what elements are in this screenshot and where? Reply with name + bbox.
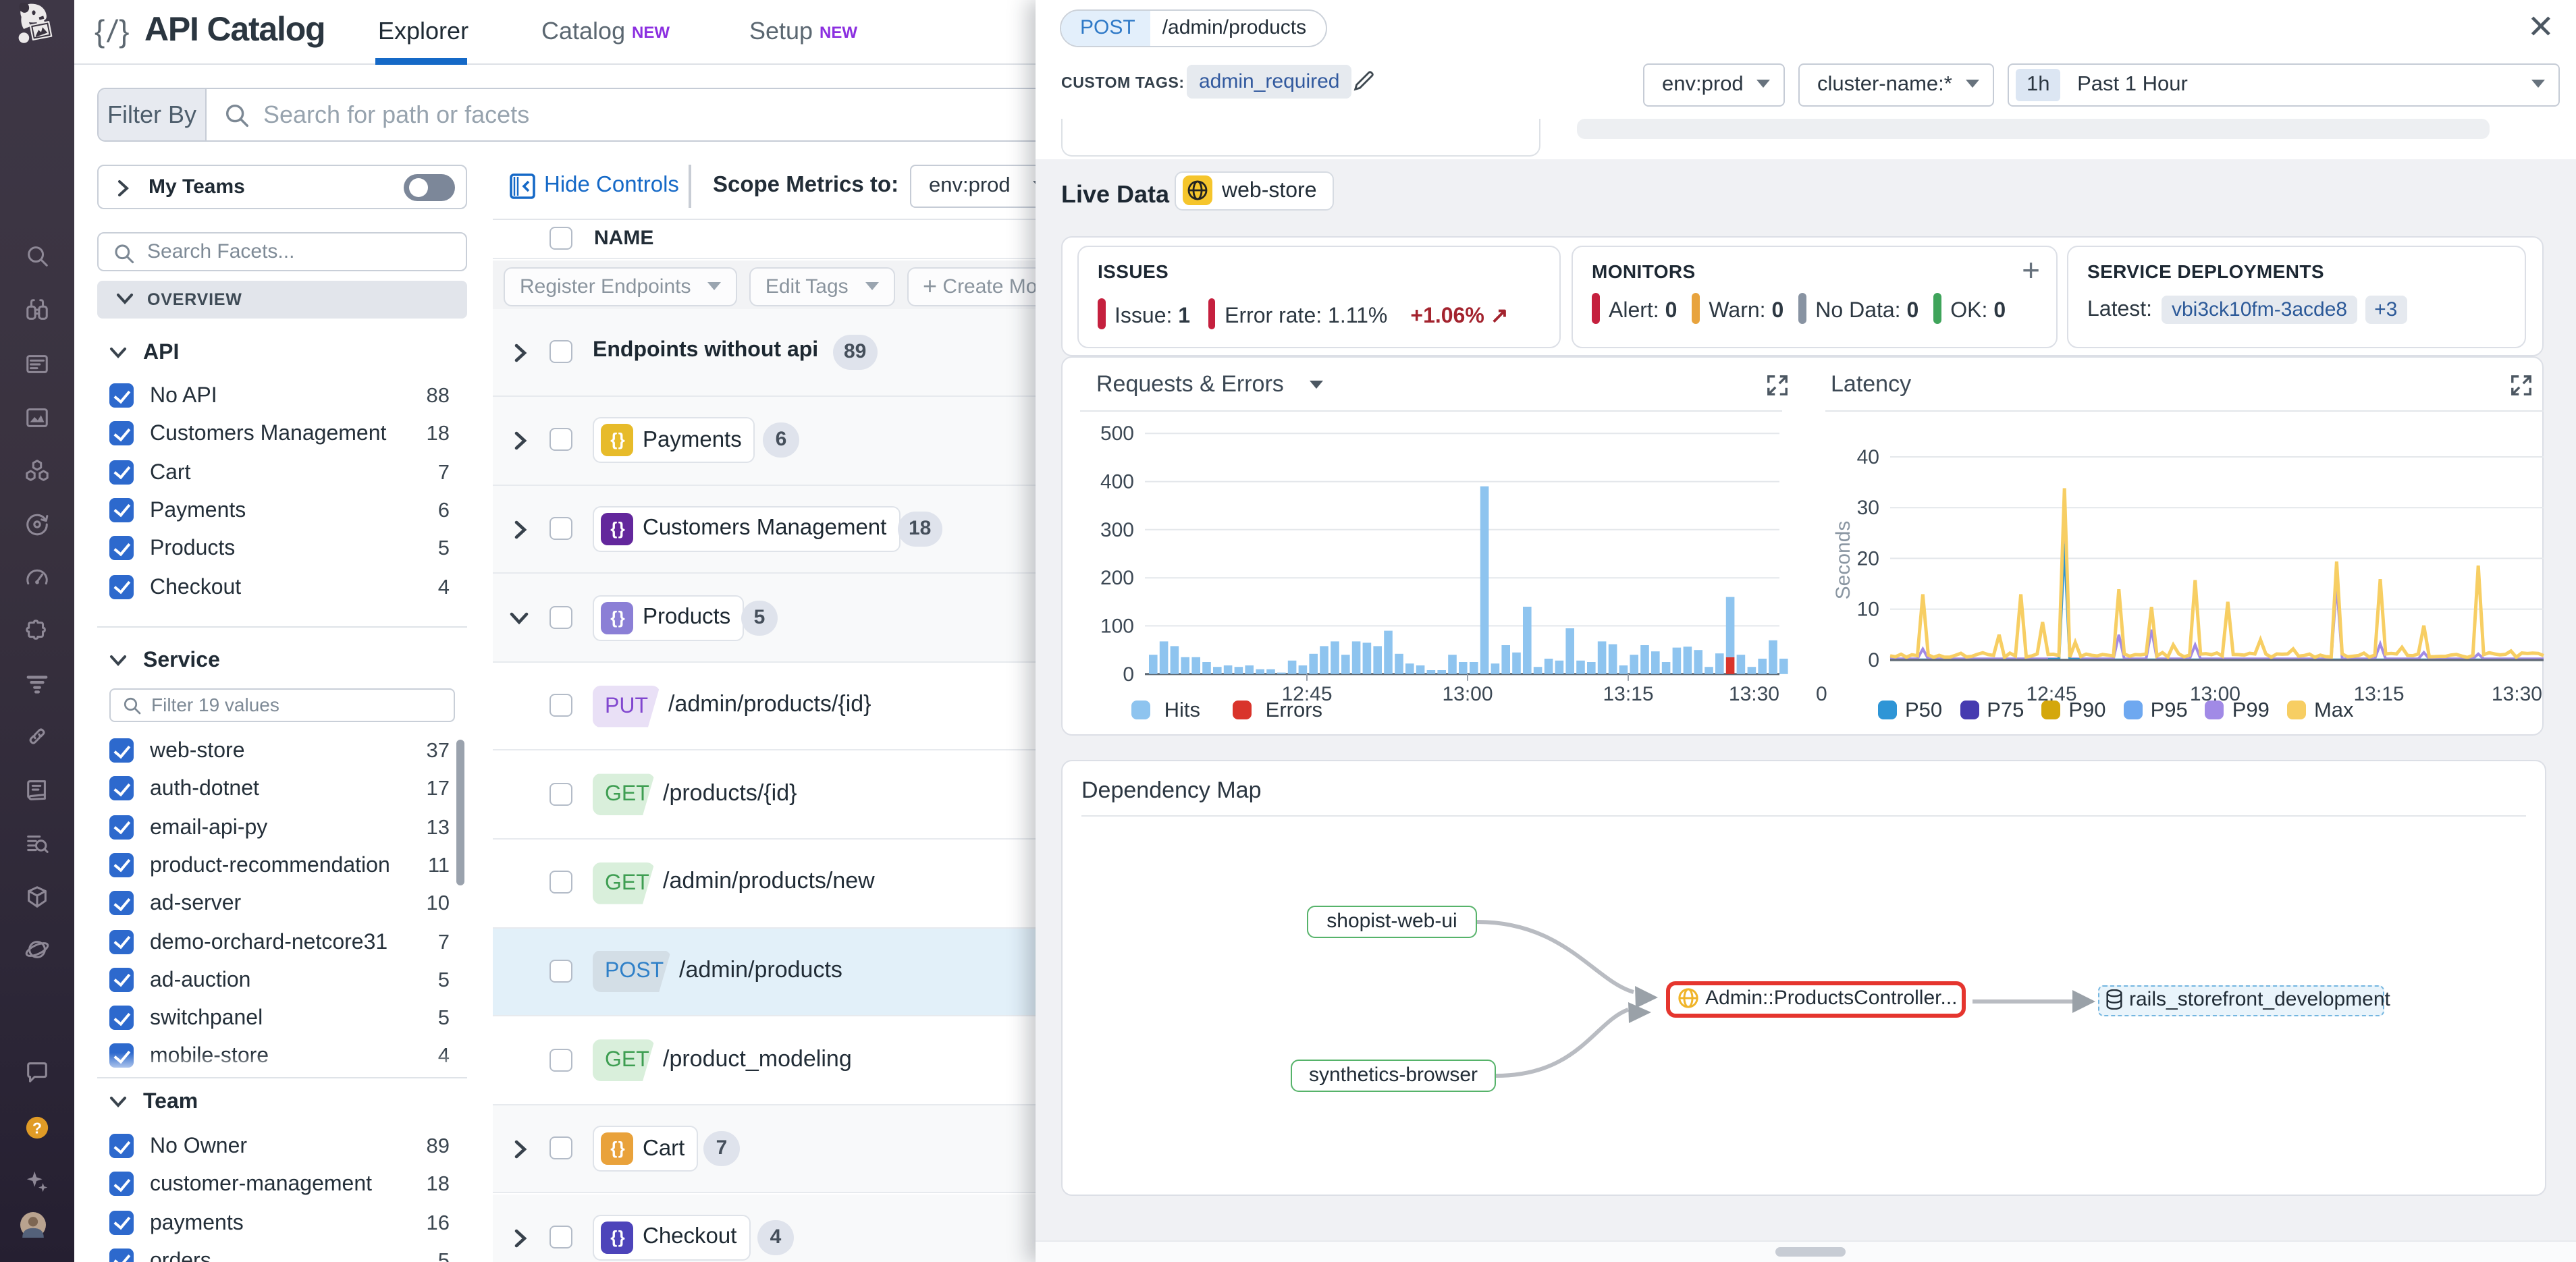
svg-text:300: 300: [1100, 519, 1134, 541]
svg-text:0: 0: [1123, 663, 1134, 686]
svg-text:13:30: 13:30: [1729, 683, 1779, 705]
svg-text:40: 40: [1857, 446, 1879, 468]
svg-text:30: 30: [1857, 497, 1879, 519]
svg-text:10: 10: [1857, 599, 1879, 621]
svg-text:?: ?: [32, 1120, 42, 1137]
svg-text:400: 400: [1100, 471, 1134, 493]
svg-text:200: 200: [1100, 567, 1134, 589]
svg-text:100: 100: [1100, 615, 1134, 637]
svg-text:13:00: 13:00: [1442, 683, 1493, 705]
svg-text:13:30: 13:30: [2492, 683, 2542, 705]
svg-text:20: 20: [1857, 547, 1879, 570]
svg-text:13:15: 13:15: [1603, 683, 1653, 705]
svg-text:0: 0: [1816, 683, 1827, 705]
svg-text:500: 500: [1100, 422, 1134, 445]
svg-text:Seconds: Seconds: [1832, 521, 1854, 600]
svg-text:0: 0: [1868, 649, 1879, 671]
